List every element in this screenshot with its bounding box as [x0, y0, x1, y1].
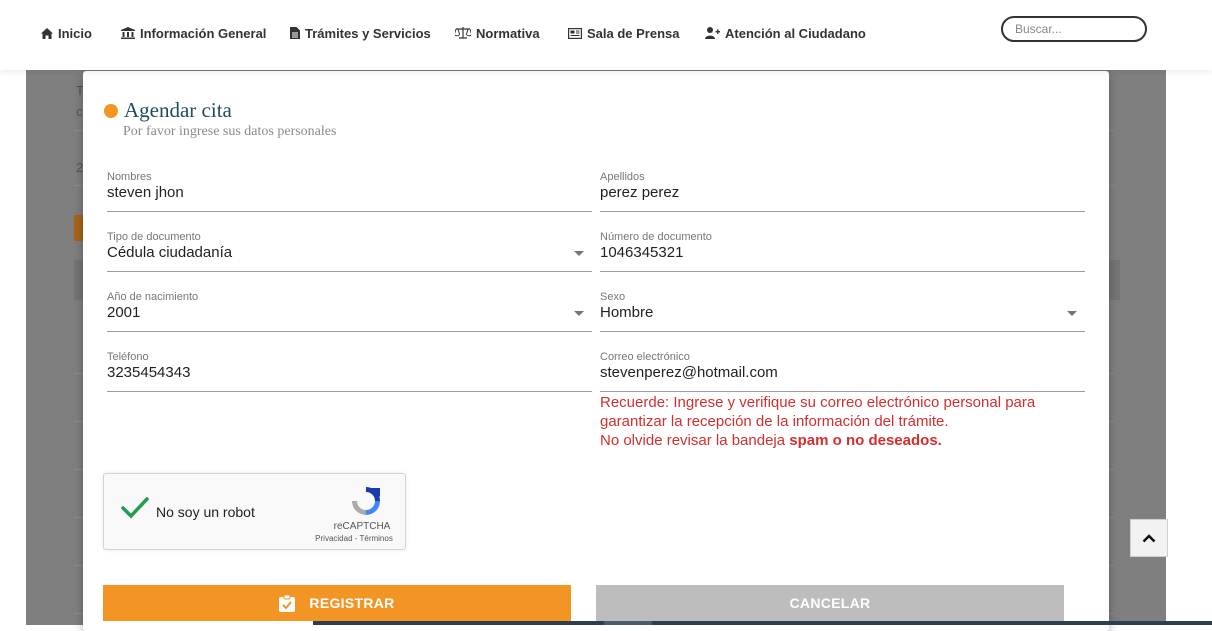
- email-warning-spam-prefix: No olvide revisar la bandeja: [600, 432, 790, 449]
- checkmark-icon[interactable]: [120, 496, 150, 520]
- background-table-header: [1108, 260, 1120, 300]
- bottom-bar: [313, 621, 1212, 625]
- correo-value[interactable]: stevenperez@hotmail.com: [600, 364, 778, 381]
- newspaper-icon: [568, 27, 582, 39]
- nav-sala-prensa-label: Sala de Prensa: [587, 25, 680, 41]
- recaptcha-links[interactable]: Privacidad - Términos: [309, 534, 399, 543]
- background-text-fragment: c: [76, 104, 83, 119]
- search-input[interactable]: [1001, 16, 1147, 42]
- top-navigation: Inicio Información General Trámites y Se…: [0, 0, 1212, 70]
- cancel-button-label: CANCELAR: [789, 595, 871, 611]
- nav-inicio[interactable]: Inicio: [41, 24, 92, 42]
- nav-atencion-ciudadano-label: Atención al Ciudadano: [725, 25, 866, 41]
- nav-tramites-servicios-label: Trámites y Servicios: [305, 25, 431, 41]
- correo-label: Correo electrónico: [600, 351, 690, 363]
- chevron-up-icon: [1142, 533, 1156, 542]
- tipo-documento-label: Tipo de documento: [107, 231, 201, 243]
- email-warning-text: Recuerde: Ingrese y verifique su correo …: [600, 394, 1036, 430]
- nav-tramites-servicios[interactable]: Trámites y Servicios: [290, 24, 431, 42]
- tipo-documento-select[interactable]: Tipo de documento Cédula ciudadanía: [107, 231, 592, 272]
- sexo-select[interactable]: Sexo Hombre: [600, 291, 1085, 332]
- register-button-label: REGISTRAR: [309, 595, 395, 611]
- telefono-value[interactable]: 3235454343: [107, 364, 190, 381]
- bottom-bar-segment: [604, 621, 652, 625]
- apellidos-value[interactable]: perez perez: [600, 184, 679, 201]
- sexo-label: Sexo: [600, 291, 626, 303]
- scroll-to-top-button[interactable]: [1130, 519, 1168, 557]
- user-plus-icon: [705, 27, 720, 39]
- email-warning-spam: No olvide revisar la bandeja spam o no d…: [600, 431, 1070, 450]
- nav-normativa-label: Normativa: [476, 25, 540, 41]
- scales-icon: [455, 27, 471, 39]
- nav-atencion-ciudadano[interactable]: Atención al Ciudadano: [705, 24, 866, 42]
- dropdown-arrow-icon[interactable]: [1067, 311, 1077, 316]
- anio-nacimiento-select[interactable]: Año de nacimiento 2001: [107, 291, 592, 332]
- institution-icon: [121, 27, 135, 39]
- numero-documento-value[interactable]: 1046345321: [600, 244, 683, 261]
- recaptcha-logo-icon: [352, 487, 380, 515]
- nav-informacion-general[interactable]: Información General: [121, 24, 266, 42]
- anio-nacimiento-label: Año de nacimiento: [107, 291, 199, 303]
- document-icon: [290, 27, 300, 39]
- recaptcha-widget[interactable]: No soy un robot reCAPTCHA Privacidad - T…: [103, 473, 406, 550]
- nav-inicio-label: Inicio: [58, 25, 92, 41]
- appointment-modal: Agendar cita Por favor ingrese sus datos…: [83, 71, 1109, 631]
- page-right-margin: [1166, 70, 1212, 625]
- home-icon: [41, 27, 53, 39]
- title-dot-icon: [104, 104, 118, 118]
- nav-informacion-general-label: Información General: [140, 25, 267, 41]
- correo-field[interactable]: Correo electrónico stevenperez@hotmail.c…: [600, 351, 1085, 392]
- nav-normativa[interactable]: Normativa: [455, 24, 540, 42]
- dropdown-arrow-icon[interactable]: [574, 251, 584, 256]
- nav-sala-prensa[interactable]: Sala de Prensa: [568, 24, 680, 42]
- anio-nacimiento-value: 2001: [107, 304, 141, 321]
- cancel-button[interactable]: CANCELAR: [596, 585, 1064, 621]
- numero-documento-field[interactable]: Número de documento 1046345321: [600, 231, 1085, 272]
- recaptcha-label: No soy un robot: [156, 504, 255, 520]
- numero-documento-label: Número de documento: [600, 231, 712, 243]
- tipo-documento-value: Cédula ciudadanía: [107, 244, 233, 261]
- register-button[interactable]: REGISTRAR: [103, 585, 571, 621]
- email-warning: Recuerde: Ingrese y verifique su correo …: [600, 393, 1070, 450]
- sexo-value: Hombre: [600, 304, 654, 321]
- telefono-label: Teléfono: [107, 351, 149, 363]
- telefono-field[interactable]: Teléfono 3235454343: [107, 351, 592, 392]
- modal-title: Agendar cita: [124, 98, 232, 122]
- nombres-value[interactable]: steven jhon: [107, 184, 184, 201]
- dropdown-arrow-icon[interactable]: [574, 311, 584, 316]
- modal-subtitle: Por favor ingrese sus datos personales: [123, 124, 337, 139]
- apellidos-field[interactable]: Apellidos perez perez: [600, 171, 1085, 212]
- clipboard-check-icon: [279, 594, 296, 612]
- email-warning-spam-bold: spam o no deseados.: [789, 432, 942, 449]
- nombres-label: Nombres: [107, 171, 152, 183]
- apellidos-label: Apellidos: [600, 171, 645, 183]
- recaptcha-brand: reCAPTCHA: [333, 521, 391, 532]
- nombres-field[interactable]: Nombres steven jhon: [107, 171, 592, 212]
